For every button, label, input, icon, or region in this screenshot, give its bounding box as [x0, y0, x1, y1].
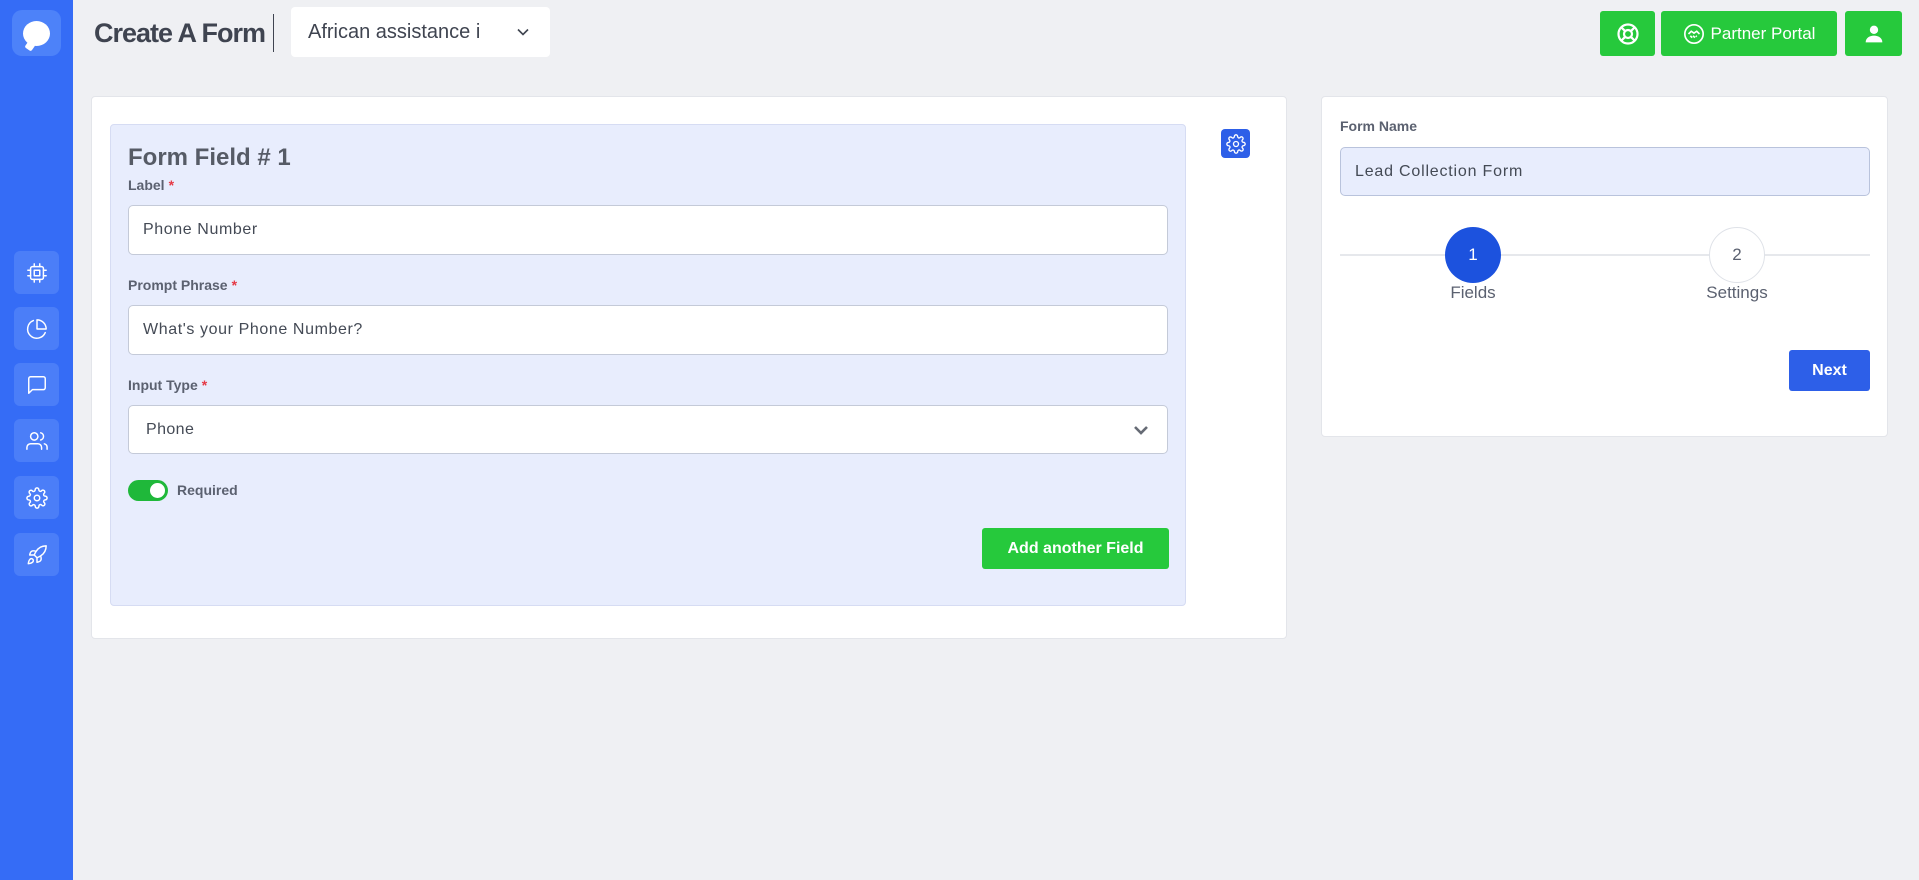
step-1-circle[interactable]: 1 [1445, 227, 1501, 283]
form-name-input[interactable] [1340, 147, 1870, 196]
chat-bubble-logo-icon [23, 20, 50, 46]
required-asterisk: * [231, 277, 238, 293]
sidebar-item-conversations[interactable] [14, 363, 59, 406]
chevron-down-icon [517, 28, 529, 36]
label-field-label: Label * [128, 177, 175, 193]
app-logo[interactable] [12, 10, 61, 56]
step-2-circle[interactable]: 2 [1709, 227, 1765, 283]
required-toggle-label: Required [177, 482, 238, 498]
sidebar-item-bots[interactable] [14, 251, 59, 294]
message-icon [27, 375, 46, 394]
input-type-field-label: Input Type * [128, 377, 208, 393]
partner-portal-button[interactable]: Partner Portal [1661, 11, 1837, 56]
input-type-select-value: Phone [146, 421, 195, 438]
users-icon [25, 431, 48, 450]
required-asterisk: * [168, 177, 175, 193]
sidebar-item-settings[interactable] [14, 476, 59, 519]
prompt-phrase-field-label: Prompt Phrase * [128, 277, 238, 293]
sidebar [0, 0, 73, 880]
pie-chart-icon [26, 318, 47, 339]
add-another-field-button[interactable]: Add another Field [982, 528, 1169, 569]
lifebuoy-icon [1616, 22, 1639, 45]
label-input[interactable] [128, 205, 1168, 255]
next-button[interactable]: Next [1789, 350, 1870, 391]
field-settings-button[interactable] [1221, 129, 1250, 158]
handshake-icon [1683, 23, 1704, 44]
rocket-icon [27, 544, 47, 564]
cpu-icon [26, 262, 47, 283]
partner-portal-label: Partner Portal [1710, 23, 1816, 43]
page-title: Create A Form [94, 14, 275, 52]
project-select[interactable]: African assistance i [291, 7, 550, 57]
form-field-title: Form Field # 1 [128, 144, 291, 171]
required-asterisk: * [201, 377, 208, 393]
chevron-down-icon [1134, 426, 1148, 435]
prompt-phrase-input[interactable] [128, 305, 1168, 355]
step-2-label: Settings [1706, 283, 1768, 302]
form-name-label: Form Name [1340, 118, 1418, 134]
step-1-label: Fields [1450, 283, 1496, 302]
help-button[interactable] [1600, 11, 1655, 56]
required-toggle[interactable] [128, 480, 168, 501]
user-icon [1865, 25, 1882, 42]
sidebar-item-launch[interactable] [14, 533, 59, 576]
gear-icon [1225, 133, 1246, 154]
form-field-panel: Form Field # 1 Label* Prompt Phrase* Inp… [110, 124, 1186, 606]
gear-icon [25, 486, 48, 509]
input-type-select[interactable]: Phone [128, 405, 1168, 454]
project-select-value: African assistance i [308, 20, 481, 43]
sidebar-item-users[interactable] [14, 419, 59, 462]
form-settings-card: Form Name 1 Fields 2 Settings Next [1321, 96, 1888, 437]
form-fields-card: Form Field # 1 Label* Prompt Phrase* Inp… [91, 96, 1287, 639]
sidebar-item-analytics[interactable] [14, 307, 59, 350]
user-menu-button[interactable] [1845, 11, 1902, 56]
stepper-line [1340, 254, 1870, 256]
